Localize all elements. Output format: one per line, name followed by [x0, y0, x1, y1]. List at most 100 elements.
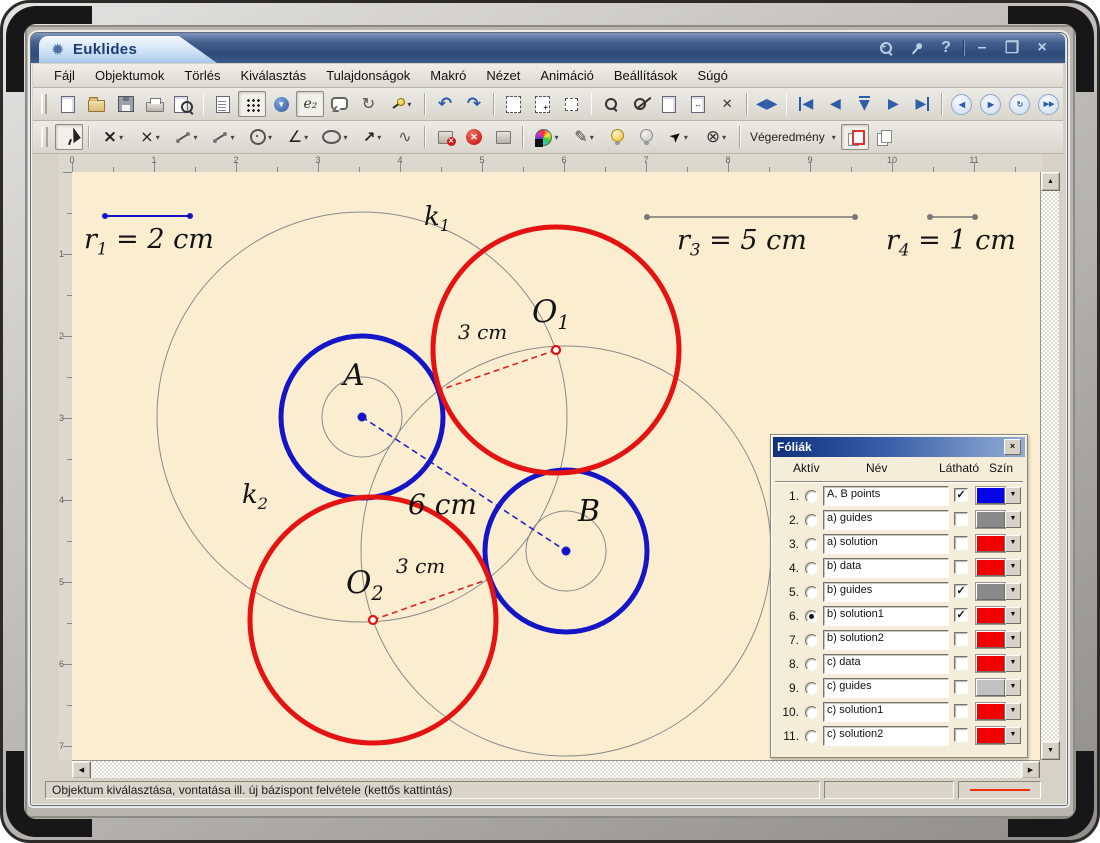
collapse-button[interactable]: ✕ [713, 91, 741, 117]
layer-color-swatch[interactable] [976, 631, 1005, 648]
object-box-button[interactable] [489, 124, 517, 150]
arrow-style-button[interactable]: ➤▾ [661, 124, 697, 150]
zoom-in-button[interactable] [597, 91, 625, 117]
segment-r3-endpoint[interactable] [644, 214, 650, 220]
delete-selection-button[interactable]: ✕ [431, 124, 459, 150]
pointer-tool-button[interactable] [55, 124, 83, 150]
save-button[interactable] [112, 91, 140, 117]
anim-skip-start-button[interactable]: ◀ [792, 91, 820, 117]
anim-direction-button[interactable]: ◀▶ [753, 91, 781, 117]
layer-name-input[interactable]: c) data [823, 654, 949, 674]
menu-nezet[interactable]: Nézet [477, 65, 529, 86]
menu-torles[interactable]: Törlés [175, 65, 229, 86]
intersection-tool-button[interactable]: ×▾ [132, 124, 168, 150]
undo-button[interactable]: ↶ [431, 91, 459, 117]
menu-tulajdonsagok[interactable]: Tulajdonságok [317, 65, 419, 86]
toolbar-grip[interactable] [41, 127, 48, 147]
pin-window-button[interactable] [903, 38, 929, 58]
maximize-button[interactable]: ❒ [999, 38, 1025, 58]
layer-color-swatch[interactable] [976, 727, 1005, 744]
point-O2[interactable] [369, 616, 377, 624]
fit-page-button[interactable] [655, 91, 683, 117]
play-prev-button[interactable]: ◀ [948, 91, 976, 117]
layer-color-dropdown[interactable]: ▼ [1005, 727, 1021, 744]
play-button[interactable]: ▶ [977, 91, 1005, 117]
play-loop-button[interactable]: ↻ [1006, 91, 1034, 117]
label-k1[interactable]: k1 [424, 202, 450, 235]
layer-single-button[interactable] [841, 124, 869, 150]
dropdown-caret-icon[interactable]: ▾ [193, 133, 197, 142]
label-B[interactable]: B [578, 494, 600, 529]
label-radius-O1[interactable]: 3 cm [458, 320, 507, 344]
dropdown-caret-icon[interactable]: ▾ [230, 133, 234, 142]
curve-tool-button[interactable]: ∿ [391, 124, 419, 150]
basepoint-tool-button[interactable]: ▾ [383, 91, 419, 117]
layer-name-input[interactable]: a) solution [823, 534, 949, 554]
layer-name-input[interactable]: b) guides [823, 582, 949, 602]
label-r1[interactable]: r1 = 2 cm [84, 224, 214, 258]
dropdown-caret-icon[interactable]: ▾ [407, 100, 411, 109]
layer-active-radio[interactable] [805, 610, 818, 623]
selection-button[interactable] [500, 91, 528, 117]
layer-color-dropdown[interactable]: ▼ [1005, 655, 1021, 672]
menu-animacio[interactable]: Animáció [531, 65, 602, 86]
document-text-button[interactable] [209, 91, 237, 117]
label-A[interactable]: A [343, 358, 365, 393]
anim-step-forward-button[interactable]: ▶ [879, 91, 907, 117]
grid-toggle-button[interactable] [238, 91, 266, 117]
layer-name-input[interactable]: c) solution1 [823, 702, 949, 722]
pen-style-button[interactable]: ✎▾ [566, 124, 602, 150]
angle-tool-button[interactable]: ∠▾ [280, 124, 316, 150]
layer-visible-checkbox[interactable]: ✓ [954, 488, 968, 502]
dashed-radius-O2[interactable] [373, 579, 489, 620]
label-O2[interactable]: O2 [346, 565, 384, 605]
layer-color-swatch[interactable] [976, 511, 1005, 528]
anim-stop-button[interactable]: ▼ [850, 91, 878, 117]
dropdown-caret-icon[interactable]: ▾ [554, 133, 558, 142]
label-distance-AB[interactable]: 6 cm [408, 488, 477, 521]
layer-color-swatch[interactable] [976, 679, 1005, 696]
selection-add-button[interactable]: + [529, 91, 557, 117]
label-toggle-button[interactable]: ⊗▾ [698, 124, 734, 150]
label-r4[interactable]: r4 = 1 cm [886, 225, 1016, 259]
layer-visible-checkbox[interactable] [954, 656, 968, 670]
title-bar[interactable]: ✹ Euklides + ? – ❒ × [31, 33, 1065, 63]
menu-fajl[interactable]: Fájl [45, 65, 84, 86]
layers-panel-titlebar[interactable]: Fóliák × [773, 437, 1025, 457]
layer-name-input[interactable]: c) solution2 [823, 726, 949, 746]
menu-makro[interactable]: Makró [421, 65, 475, 86]
layer-color-dropdown[interactable]: ▼ [1005, 559, 1021, 576]
layer-color-swatch[interactable] [976, 703, 1005, 720]
layer-visible-checkbox[interactable]: ✓ [954, 608, 968, 622]
segment-r1-endpoint[interactable] [102, 213, 108, 219]
dropdown-caret-icon[interactable]: ▾ [268, 133, 272, 142]
layer-color-swatch[interactable] [976, 487, 1005, 504]
scroll-down-button[interactable]: ▼ [1041, 741, 1060, 760]
download-button[interactable]: ▼ [267, 91, 295, 117]
layer-color-dropdown[interactable]: ▼ [1005, 631, 1021, 648]
layers-panel[interactable]: Fóliák × Aktív Név Látható Szín 1. A, B … [770, 434, 1028, 758]
delete-all-button[interactable]: ✕ [460, 124, 488, 150]
open-file-button[interactable] [83, 91, 111, 117]
line-tool-button[interactable]: ▾ [169, 124, 205, 150]
layer-visible-checkbox[interactable] [954, 560, 968, 574]
label-k2[interactable]: k2 [242, 480, 268, 513]
result-mode-dropdown[interactable]: Végeredmény▾ [746, 128, 840, 146]
dashed-line-AB[interactable] [362, 417, 566, 551]
layer-color-swatch[interactable] [976, 607, 1005, 624]
fast-forward-button[interactable]: ▶▶ [1035, 91, 1063, 117]
comment-button[interactable] [325, 91, 353, 117]
dropdown-caret-icon[interactable]: ▾ [119, 133, 123, 142]
layer-all-button[interactable] [870, 124, 898, 150]
hide-object-button[interactable] [632, 124, 660, 150]
layer-color-swatch[interactable] [976, 559, 1005, 576]
layer-color-dropdown[interactable]: ▼ [1005, 535, 1021, 552]
vertical-scrollbar[interactable]: ▲ ▼ [1040, 172, 1059, 760]
point-O1[interactable] [552, 346, 560, 354]
layer-visible-checkbox[interactable] [954, 704, 968, 718]
layer-visible-checkbox[interactable] [954, 632, 968, 646]
toolbar-grip[interactable] [41, 94, 47, 114]
help-button[interactable]: ? [933, 38, 959, 58]
dropdown-caret-icon[interactable]: ▾ [377, 133, 381, 142]
e2-mode-button[interactable]: e₂ [296, 91, 324, 117]
